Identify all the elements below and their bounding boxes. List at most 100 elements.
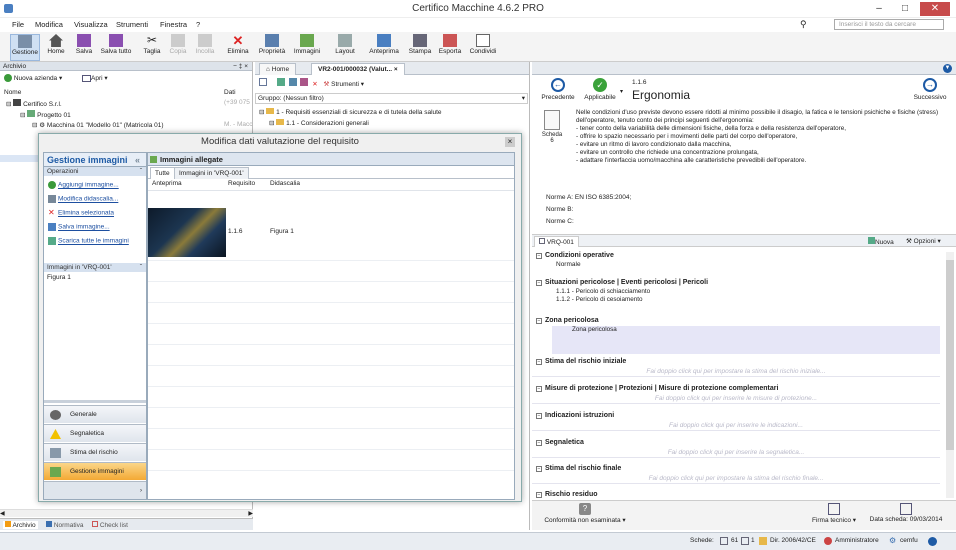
menu-visualizza[interactable]: Visualizza bbox=[74, 20, 108, 29]
tree-requirement-1-1[interactable]: ⊟ 1.1 - Considerazioni generali bbox=[269, 119, 369, 127]
section-instructions[interactable]: − Indicazioni istruzioni Fai doppio click… bbox=[532, 411, 940, 431]
save-button[interactable]: Salva bbox=[72, 34, 96, 61]
doc-tool-1-icon[interactable] bbox=[259, 78, 267, 86]
properties-button[interactable]: Proprietà bbox=[256, 34, 288, 61]
tab-vrq-001[interactable]: VRQ-001 bbox=[534, 236, 579, 247]
close-tab-icon[interactable]: × bbox=[394, 66, 398, 73]
cut-button[interactable]: ✂ Taglia bbox=[140, 34, 164, 61]
tree-project[interactable]: ⊟ Progetto 01 bbox=[20, 110, 71, 119]
section-protection-measures[interactable]: − Misure di protezione | Protezioni | Mis… bbox=[532, 384, 940, 404]
normativa-tab[interactable]: Normativa bbox=[46, 521, 83, 529]
collapse-left-icon[interactable]: « bbox=[135, 153, 140, 167]
save-image-link[interactable]: Salva immagine... bbox=[48, 223, 110, 231]
images-button[interactable]: Immagini bbox=[290, 34, 324, 61]
pane-dropdown-icon[interactable]: ▼ bbox=[943, 64, 952, 73]
tree-requirement-1[interactable]: ⊟ 1 - Requisiti essenziali di sicurezza … bbox=[259, 108, 442, 116]
new-vrq-button[interactable]: Nuova bbox=[868, 237, 894, 246]
menu-modifica[interactable]: Modifica bbox=[35, 20, 63, 29]
applicable-button[interactable]: ✓ Applicabile bbox=[580, 78, 620, 101]
layout-button[interactable]: Layout bbox=[328, 34, 362, 61]
tab-home[interactable]: ⌂ Home bbox=[259, 63, 297, 75]
section-operating-conditions[interactable]: − Condizioni operative Normale bbox=[532, 251, 940, 268]
nav-risk-estimate[interactable]: Stima del rischio bbox=[44, 443, 146, 461]
collapse-icon[interactable]: − bbox=[536, 359, 542, 365]
doc-tool-2-icon[interactable] bbox=[276, 78, 285, 86]
collapse-icon[interactable]: − bbox=[536, 386, 542, 392]
pin-icon[interactable]: − ‡ × bbox=[233, 62, 248, 71]
new-company-button[interactable]: Nuova azienda ▾ bbox=[4, 74, 62, 83]
column-name[interactable]: Nome bbox=[4, 89, 21, 96]
splitter-handle[interactable] bbox=[44, 400, 146, 403]
role[interactable]: Amministratore bbox=[835, 537, 879, 544]
search-input[interactable]: Inserisci il testo da cercare bbox=[834, 19, 944, 30]
section-final-risk[interactable]: − Stima del rischio finale Fai doppio cli… bbox=[532, 464, 940, 484]
menu-help[interactable]: ? bbox=[196, 20, 200, 29]
collapse-icon[interactable]: − bbox=[536, 492, 542, 498]
save-all-button[interactable]: Salva tutto bbox=[98, 34, 134, 61]
tab-all-images[interactable]: Tutte bbox=[150, 167, 175, 179]
column-preview[interactable]: Anteprima bbox=[152, 180, 182, 187]
checklist-tab[interactable]: Check list bbox=[92, 521, 128, 529]
preview-button[interactable]: Anteprima bbox=[366, 34, 402, 61]
delete-button[interactable]: ✕ Elimina bbox=[224, 34, 252, 61]
collapse-icon[interactable]: − bbox=[536, 318, 542, 324]
operations-header[interactable]: Operazioni ˆ bbox=[44, 167, 146, 176]
sheet-box[interactable]: Scheda 6 bbox=[538, 110, 566, 144]
dialog-close-button[interactable]: × bbox=[505, 137, 515, 147]
doc-tool-4-icon[interactable] bbox=[300, 78, 309, 86]
tree-company[interactable]: ⊟ Certifico S.r.l. bbox=[6, 99, 62, 108]
tab-current-document[interactable]: VR2-001/000032 (Valut... × bbox=[311, 63, 405, 75]
section-initial-risk[interactable]: − Stima del rischio iniziale Fai doppio c… bbox=[532, 357, 940, 377]
user[interactable]: cemfu bbox=[900, 537, 918, 544]
edit-caption-link[interactable]: Modifica didascalia... bbox=[48, 195, 118, 203]
delete-selected-link[interactable]: ✕ Elimina selezionata bbox=[48, 209, 114, 217]
column-requirement[interactable]: Requisito bbox=[228, 180, 255, 187]
export-button[interactable]: Esporta bbox=[436, 34, 464, 61]
column-caption[interactable]: Didascalia bbox=[270, 180, 300, 187]
add-image-link[interactable]: Aggiungi immagine... bbox=[48, 181, 119, 189]
section-signage[interactable]: − Segnaletica Fai doppio click qui per in… bbox=[532, 438, 940, 458]
collapse-icon[interactable]: − bbox=[536, 413, 542, 419]
menu-finestra[interactable]: Finestra bbox=[160, 20, 187, 29]
next-button[interactable]: → Successivo bbox=[908, 78, 952, 101]
images-in-header[interactable]: Immagini in 'VRQ-001' ˇ bbox=[44, 263, 146, 272]
signature-button[interactable]: Firma tecnico ▾ bbox=[804, 503, 864, 524]
image-row[interactable]: 1.1.6 Figura 1 bbox=[148, 205, 514, 257]
options-button[interactable]: ⚒ Opzioni ▾ bbox=[906, 237, 941, 245]
tab-vrq-images[interactable]: Immagini in 'VRQ-001' bbox=[174, 167, 249, 179]
open-button[interactable]: Apri ▾ bbox=[82, 74, 108, 82]
vertical-scrollbar[interactable] bbox=[946, 252, 954, 498]
nav-image-management[interactable]: Gestione immagini bbox=[44, 462, 146, 480]
conformity-button[interactable]: ? Conformità non esaminata ▾ bbox=[540, 503, 630, 524]
status-menu-icon[interactable] bbox=[928, 537, 937, 546]
directive[interactable]: Dir. 2006/42/CE bbox=[770, 537, 816, 544]
tools-dropdown[interactable]: ⚒ Strumenti ▾ bbox=[324, 81, 365, 88]
minimize-button[interactable]: – bbox=[868, 2, 890, 16]
collapse-icon[interactable]: − bbox=[536, 440, 542, 446]
applicable-dropdown-icon[interactable]: ▾ bbox=[620, 88, 623, 95]
maximize-button[interactable]: □ bbox=[894, 2, 916, 16]
paste-button[interactable]: Incolla bbox=[192, 34, 218, 61]
nav-general[interactable]: Generale bbox=[44, 405, 146, 423]
nav-signage[interactable]: Segnaletica bbox=[44, 424, 146, 442]
tree-machine[interactable]: ⊟ ⚙ Macchina 01 "Modello 01" (Matricola … bbox=[32, 121, 164, 129]
group-filter-select[interactable]: Gruppo: (Nessun filtro) ▾ bbox=[255, 93, 528, 104]
collapse-icon[interactable]: − bbox=[536, 280, 542, 286]
copy-button[interactable]: Copia bbox=[166, 34, 190, 61]
download-all-link[interactable]: Scarica tutte le immagini bbox=[48, 237, 129, 245]
gestione-button[interactable]: Gestione bbox=[10, 34, 40, 61]
section-danger-zone[interactable]: − Zona pericolosa Zona pericolosa bbox=[532, 316, 940, 354]
previous-button[interactable]: ← Precedente bbox=[538, 78, 578, 101]
nav-overflow-bar[interactable]: › bbox=[44, 481, 146, 499]
section-residual-risk[interactable]: − Rischio residuo bbox=[532, 490, 940, 500]
home-button[interactable]: Home bbox=[44, 34, 68, 61]
images-in-item[interactable]: Figura 1 bbox=[47, 274, 71, 281]
section-hazards[interactable]: − Situazioni pericolose | Eventi pericolo… bbox=[532, 278, 940, 304]
doc-delete-icon[interactable]: ✕ bbox=[312, 81, 317, 88]
share-button[interactable]: Condividi bbox=[466, 34, 500, 61]
sheet-date[interactable]: Data scheda: 09/03/2014 bbox=[866, 503, 946, 523]
collapse-icon[interactable]: − bbox=[536, 253, 542, 259]
doc-tool-3-icon[interactable] bbox=[288, 78, 297, 86]
collapse-icon[interactable]: − bbox=[536, 466, 542, 472]
menu-file[interactable]: File bbox=[12, 20, 24, 29]
